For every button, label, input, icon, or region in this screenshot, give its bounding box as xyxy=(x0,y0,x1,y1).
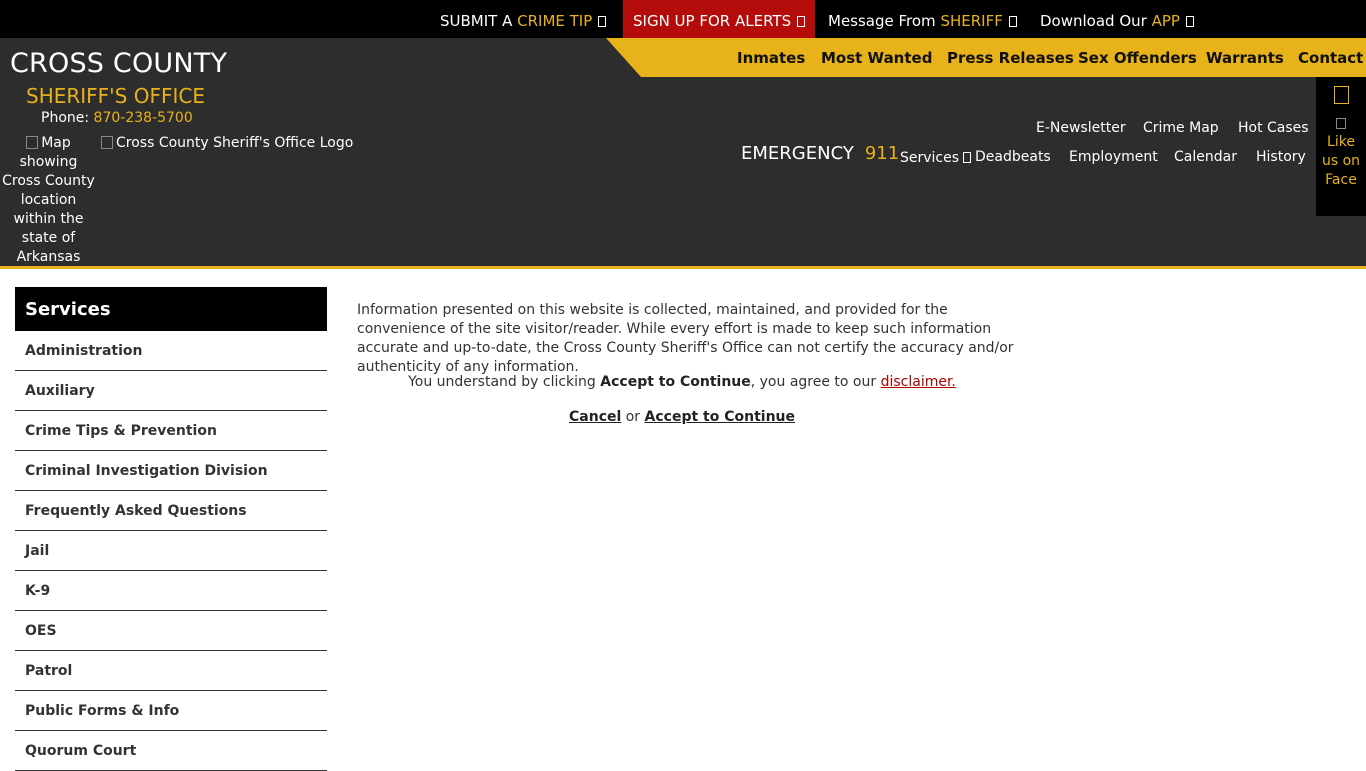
nav-inmates[interactable]: Inmates xyxy=(737,38,805,77)
nav-most-wanted[interactable]: Most Wanted xyxy=(821,38,932,77)
site-subtitle: SHERIFF'S OFFICE xyxy=(26,84,205,108)
crime-tip-highlight: CRIME TIP xyxy=(517,12,593,30)
facebook-alt-text: Like us on Face xyxy=(1316,114,1366,190)
agree-bold: Accept to Continue xyxy=(600,374,751,390)
external-link-icon xyxy=(797,16,806,27)
broken-image-icon xyxy=(26,136,39,149)
or-label: or xyxy=(625,409,641,425)
alerts-label: SIGN UP FOR ALERTS xyxy=(633,12,792,30)
message-prefix: Message From xyxy=(828,12,936,30)
sidebar-item-auxiliary[interactable]: Auxiliary xyxy=(15,371,327,411)
phone-number-link[interactable]: 870-238-5700 xyxy=(94,110,193,126)
sidebar-item-crime-tips[interactable]: Crime Tips & Prevention xyxy=(15,411,327,451)
broken-image-icon xyxy=(101,136,113,149)
sign-up-alerts-button[interactable]: SIGN UP FOR ALERTS xyxy=(623,0,816,38)
nav-press-releases[interactable]: Press Releases xyxy=(947,38,1074,77)
nav-calendar[interactable]: Calendar xyxy=(1174,149,1237,165)
app-highlight: APP xyxy=(1151,12,1180,30)
download-app-link[interactable]: Download Our APP xyxy=(1040,0,1194,38)
disclaimer-text: Information presented on this website is… xyxy=(357,302,1014,375)
nav-crime-map[interactable]: Crime Map xyxy=(1143,120,1219,136)
sidebar-item-administration[interactable]: Administration xyxy=(15,331,327,371)
message-highlight: SHERIFF xyxy=(940,12,1003,30)
disclaimer-link[interactable]: disclaimer. xyxy=(881,374,956,390)
sheriff-logo-image[interactable]: Cross County Sheriff's Office Logo xyxy=(101,134,353,153)
emergency-number: EMERGENCY 911 xyxy=(741,143,899,164)
external-link-icon xyxy=(1008,16,1017,27)
broken-image-icon xyxy=(1336,118,1346,129)
sidebar-item-faq[interactable]: Frequently Asked Questions xyxy=(15,491,327,531)
agree-prefix: You understand by clicking xyxy=(408,374,596,390)
facebook-icon xyxy=(1334,86,1349,104)
nav-services-label: Services xyxy=(900,150,960,166)
nav-employment[interactable]: Employment xyxy=(1069,149,1158,165)
sidebar-item-quorum-court[interactable]: Quorum Court xyxy=(15,731,327,771)
map-alt-text: Map showing Cross County location within… xyxy=(2,135,95,284)
chevron-down-icon xyxy=(963,152,972,163)
disclaimer-actions: Cancel or Accept to Continue xyxy=(357,409,1007,425)
external-link-icon xyxy=(598,16,607,27)
services-sidebar: Administration Auxiliary Crime Tips & Pr… xyxy=(15,331,327,771)
app-prefix: Download Our xyxy=(1040,12,1147,30)
nav-e-newsletter[interactable]: E-Newsletter xyxy=(1036,120,1126,136)
crime-tip-prefix: SUBMIT A xyxy=(440,12,513,30)
facebook-label: Like us on Face xyxy=(1321,134,1361,188)
emergency-digits: 911 xyxy=(864,143,900,164)
header-divider xyxy=(0,266,1366,269)
agree-notice: You understand by clicking Accept to Con… xyxy=(357,374,1007,390)
sidebar-item-jail[interactable]: Jail xyxy=(15,531,327,571)
emergency-label: EMERGENCY xyxy=(741,143,854,164)
logo-alt-text: Cross County Sheriff's Office Logo xyxy=(116,135,354,151)
nav-warrants[interactable]: Warrants xyxy=(1206,38,1284,77)
external-link-icon xyxy=(1185,16,1194,27)
phone-line: Phone: 870-238-5700 xyxy=(41,110,193,126)
nav-history[interactable]: History xyxy=(1256,149,1306,165)
county-map-image: Map showing Cross County location within… xyxy=(0,134,97,286)
nav-sex-offenders[interactable]: Sex Offenders xyxy=(1078,38,1197,77)
sidebar-heading: Services xyxy=(15,287,327,331)
agree-middle: , you agree to our xyxy=(750,374,877,390)
submit-crime-tip-link[interactable]: SUBMIT A CRIME TIP xyxy=(440,0,607,38)
message-from-sheriff-link[interactable]: Message From SHERIFF xyxy=(828,0,1017,38)
sidebar-item-k9[interactable]: K-9 xyxy=(15,571,327,611)
facebook-like-widget[interactable]: Like us on Face xyxy=(1316,77,1366,216)
accept-continue-button[interactable]: Accept to Continue xyxy=(645,409,795,425)
site-title[interactable]: CROSS COUNTY xyxy=(10,48,227,79)
nav-contact[interactable]: Contact xyxy=(1298,38,1363,77)
sidebar-item-oes[interactable]: OES xyxy=(15,611,327,651)
top-bar: SUBMIT A CRIME TIP SIGN UP FOR ALERTS Me… xyxy=(0,0,1366,38)
phone-label: Phone: xyxy=(41,110,90,126)
sidebar-item-public-forms[interactable]: Public Forms & Info xyxy=(15,691,327,731)
cancel-button[interactable]: Cancel xyxy=(569,409,621,425)
main-nav: Inmates Most Wanted Press Releases Sex O… xyxy=(606,38,1366,77)
nav-services-dropdown[interactable]: Services xyxy=(900,150,972,166)
nav-deadbeats[interactable]: Deadbeats xyxy=(975,149,1051,165)
nav-hot-cases[interactable]: Hot Cases xyxy=(1238,120,1309,136)
sidebar-item-criminal-investigation[interactable]: Criminal Investigation Division xyxy=(15,451,327,491)
sidebar-item-patrol[interactable]: Patrol xyxy=(15,651,327,691)
